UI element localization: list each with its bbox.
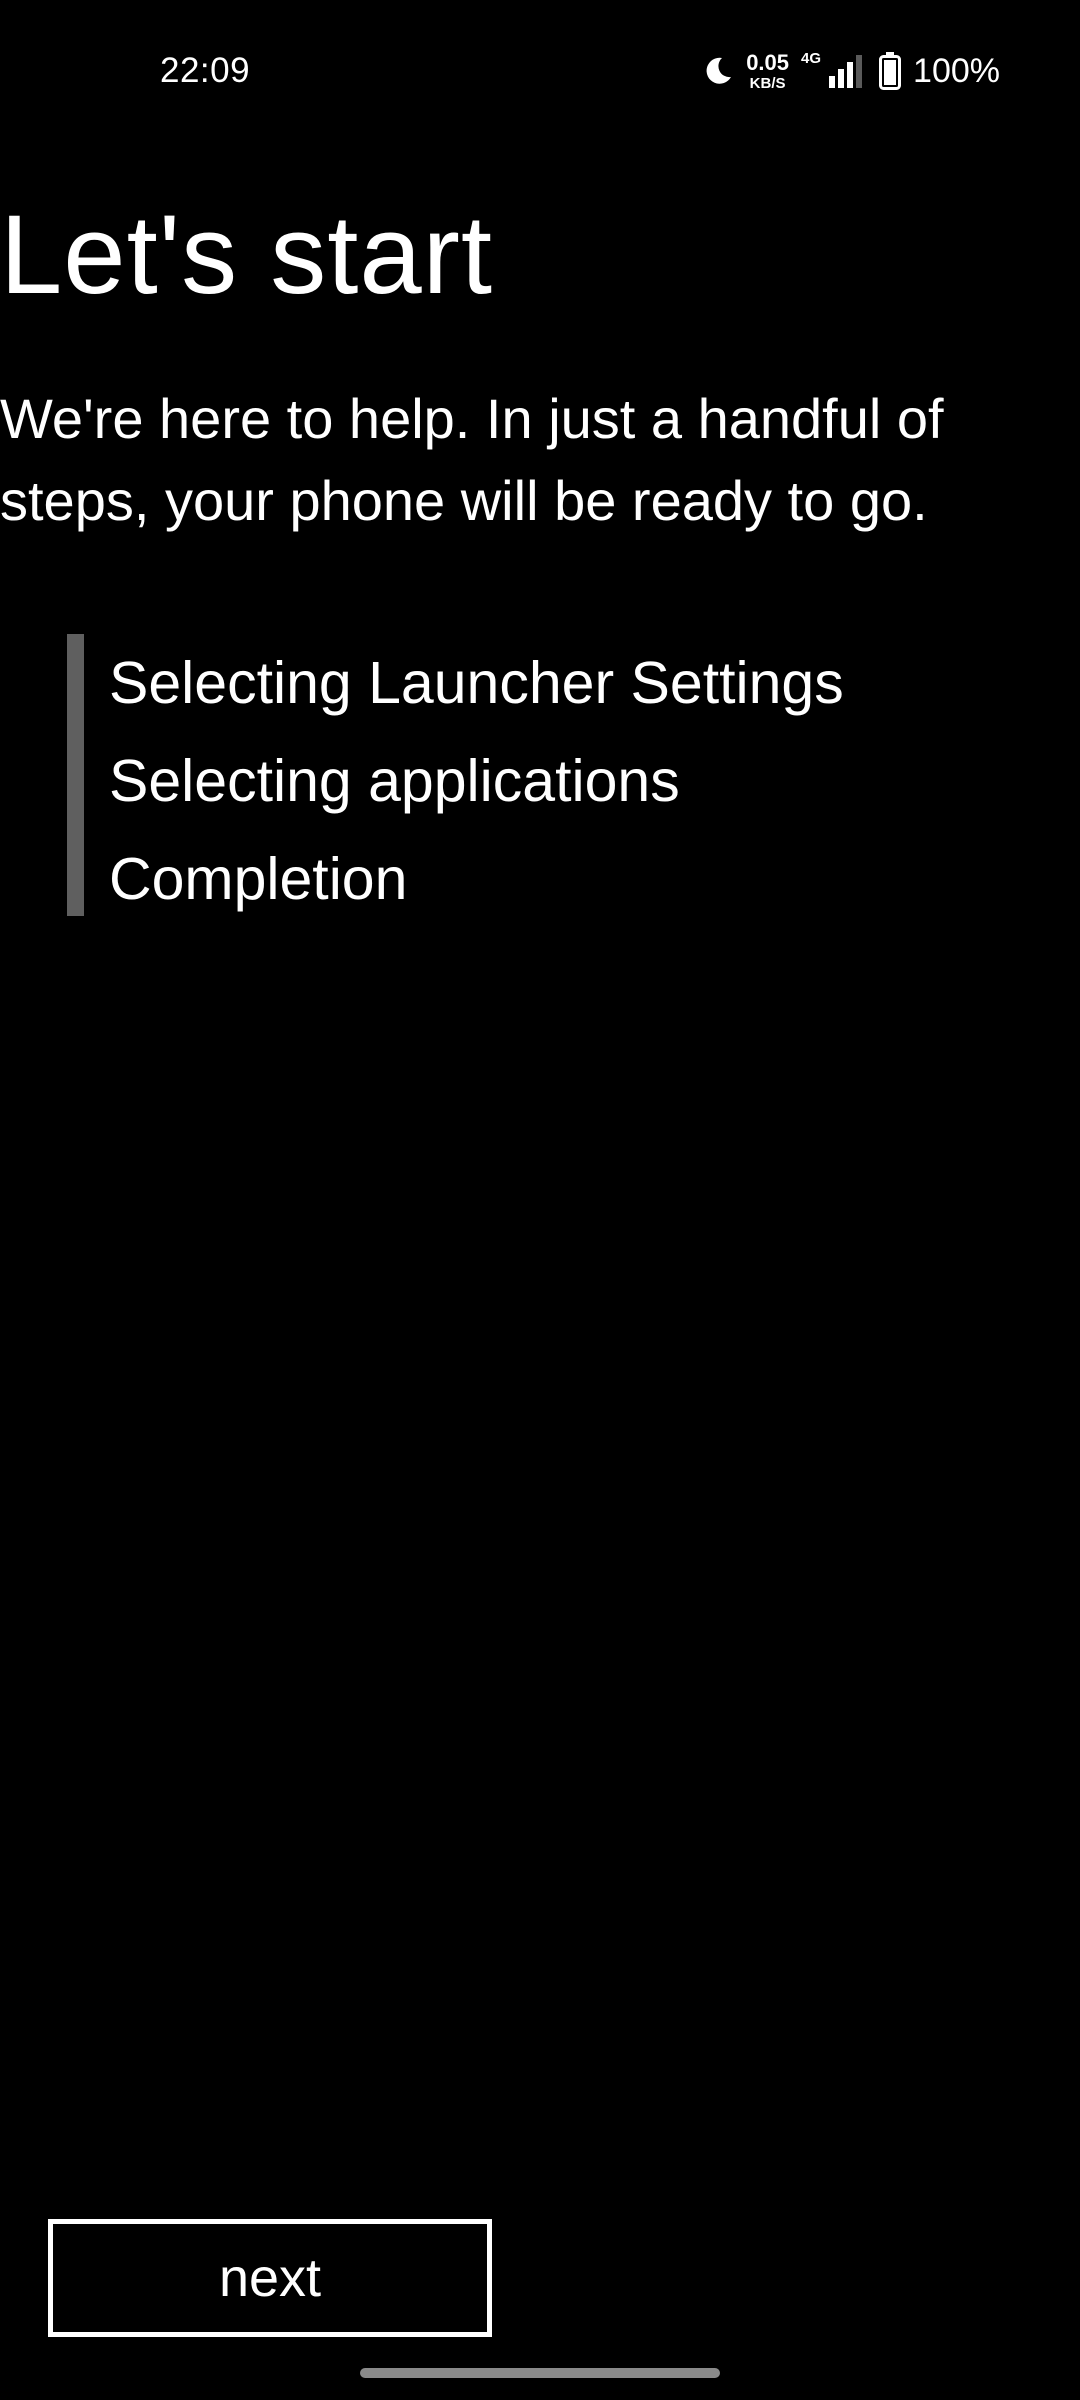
status-bar: 22:09 0.05 KB/S 4G 100% (0, 0, 1080, 140)
status-icons: 0.05 KB/S 4G 100% (702, 46, 1000, 96)
steps-indicator-bar (67, 634, 84, 916)
steps-list: Selecting Launcher Settings Selecting ap… (109, 634, 844, 928)
steps-section: Selecting Launcher Settings Selecting ap… (67, 634, 967, 916)
step-item: Selecting Launcher Settings (109, 650, 844, 716)
battery-percent: 100% (913, 51, 1000, 90)
gesture-navigation-bar[interactable] (360, 2368, 720, 2378)
status-time: 22:09 (160, 51, 251, 90)
signal-icon (827, 54, 867, 88)
page-subtitle: We're here to help. In just a handful of… (0, 387, 944, 532)
network-type: 4G (801, 50, 822, 67)
step-item: Completion (109, 846, 408, 912)
step-item: Selecting applications (109, 748, 680, 814)
battery-icon (879, 52, 902, 90)
network-speed-unit: KB/S (749, 74, 786, 92)
network-speed-value: 0.05 (746, 49, 790, 75)
moon-icon (702, 55, 734, 87)
page-title: Let's start (0, 192, 494, 317)
next-button[interactable]: next (48, 2219, 492, 2337)
network-speed: 0.05 KB/S (746, 49, 790, 92)
